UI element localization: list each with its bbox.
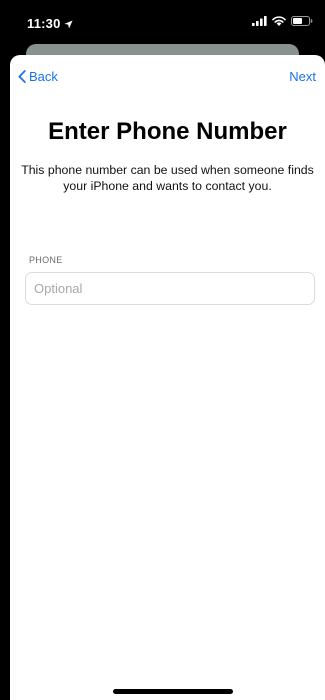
chevron-left-icon	[18, 70, 26, 83]
back-button[interactable]: Back	[18, 69, 58, 84]
phone-field-label: PHONE	[29, 255, 63, 265]
page-title: Enter Phone Number	[48, 118, 287, 145]
signal-icon	[252, 16, 267, 26]
status-time: 11:30	[27, 16, 73, 31]
next-button[interactable]: Next	[289, 69, 316, 84]
back-label: Back	[29, 69, 58, 84]
phone-input[interactable]	[25, 272, 315, 305]
status-icons	[252, 16, 313, 26]
status-bar: 11:30	[0, 0, 325, 40]
page-subtitle: This phone number can be used when someo…	[21, 163, 314, 193]
home-indicator	[113, 689, 233, 694]
location-arrow-icon	[63, 20, 73, 29]
battery-icon	[291, 16, 313, 26]
wifi-icon	[272, 16, 286, 26]
status-time-text: 11:30	[27, 16, 61, 31]
modal-sheet: Back Next Enter Phone Number This phone …	[10, 55, 325, 700]
